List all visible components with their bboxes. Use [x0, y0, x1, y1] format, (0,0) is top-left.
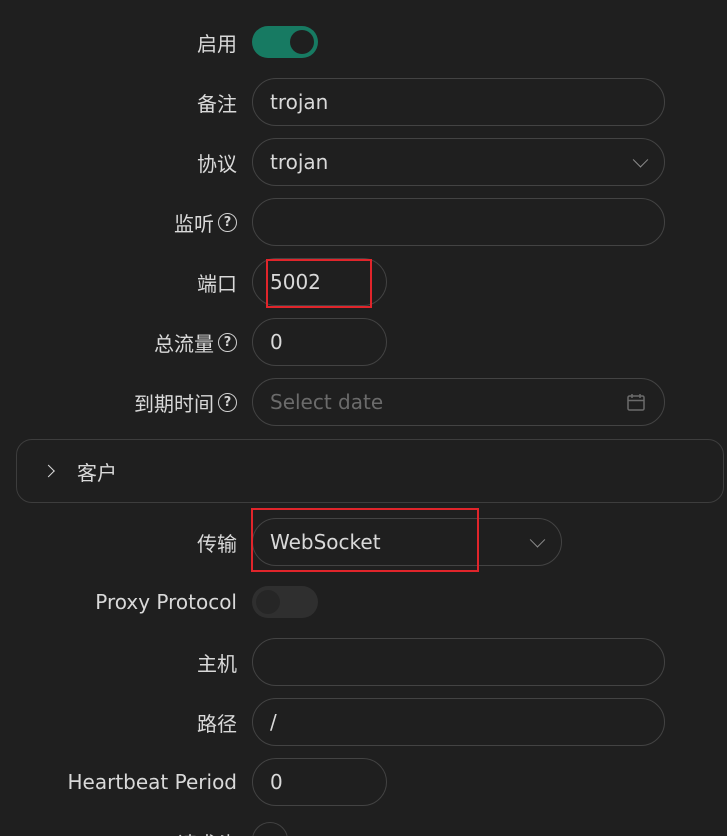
port-highlight-box — [266, 259, 372, 308]
expiry-date-picker[interactable]: Select date — [252, 378, 665, 426]
total-traffic-value: 0 — [270, 330, 283, 354]
remark-value: trojan — [270, 90, 329, 114]
chevron-right-icon — [42, 464, 55, 478]
switch-knob — [256, 590, 280, 614]
clients-panel-title: 客户 — [77, 460, 117, 485]
listen-label-text: 监听 — [174, 211, 214, 236]
switch-knob — [290, 30, 314, 54]
request-header-label-text: 请求头 — [177, 828, 237, 836]
expiry-label: 到期时间 ? — [134, 378, 237, 426]
remark-label-text: 备注 — [197, 91, 237, 116]
transport-label: 传输 — [197, 518, 237, 566]
total-traffic-label-text: 总流量 — [154, 331, 214, 356]
question-circle-icon[interactable]: ? — [218, 332, 237, 352]
add-header-button[interactable] — [252, 822, 288, 836]
calendar-icon — [627, 394, 645, 411]
protocol-value: trojan — [270, 150, 329, 174]
expiry-placeholder: Select date — [270, 390, 384, 414]
remark-input[interactable]: trojan — [252, 78, 665, 126]
protocol-label-text: 协议 — [197, 151, 237, 176]
enable-label-text: 启用 — [197, 31, 237, 56]
remark-label: 备注 — [197, 78, 237, 126]
inbound-form: 启用 备注 trojan 协议 trojan 监听 ? 端口 5002 总流量 … — [0, 0, 727, 836]
host-label-text: 主机 — [197, 651, 237, 676]
listen-label: 监听 ? — [174, 198, 237, 246]
heartbeat-value: 0 — [270, 770, 283, 794]
heartbeat-label: Heartbeat Period — [68, 758, 237, 806]
expiry-label-text: 到期时间 — [134, 391, 214, 416]
total-traffic-input[interactable]: 0 — [252, 318, 387, 366]
question-circle-icon[interactable]: ? — [218, 392, 237, 412]
path-input[interactable]: / — [252, 698, 665, 746]
proxy-protocol-switch[interactable] — [252, 586, 318, 618]
protocol-select[interactable]: trojan — [252, 138, 665, 186]
path-label: 路径 — [197, 698, 237, 746]
transport-highlight-box — [251, 508, 479, 572]
listen-input[interactable] — [252, 198, 665, 246]
transport-label-text: 传输 — [197, 531, 237, 556]
protocol-label: 协议 — [197, 138, 237, 186]
port-label: 端口 — [197, 258, 237, 306]
host-input[interactable] — [252, 638, 665, 686]
path-value: / — [270, 710, 277, 734]
enable-label: 启用 — [197, 18, 237, 66]
heartbeat-label-text: Heartbeat Period — [67, 770, 237, 794]
path-label-text: 路径 — [197, 711, 237, 736]
chevron-down-icon — [632, 152, 649, 168]
proxy-protocol-label: Proxy Protocol — [95, 578, 237, 626]
request-header-label: 请求头 — [177, 818, 237, 836]
port-label-text: 端口 — [197, 271, 237, 296]
host-label: 主机 — [197, 638, 237, 686]
proxy-protocol-label-text: Proxy Protocol — [95, 590, 237, 614]
heartbeat-input[interactable]: 0 — [252, 758, 387, 806]
enable-switch[interactable] — [252, 26, 318, 58]
clients-collapse-header[interactable]: 客户 — [16, 439, 724, 503]
total-traffic-label: 总流量 ? — [154, 318, 237, 366]
chevron-down-icon — [529, 532, 546, 548]
question-circle-icon[interactable]: ? — [218, 212, 237, 232]
